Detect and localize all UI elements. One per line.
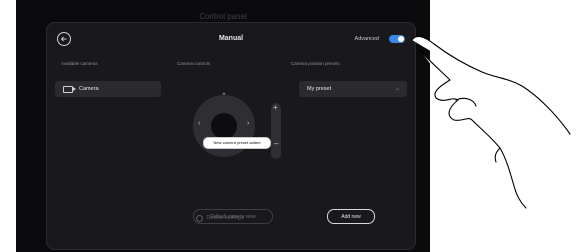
available-cameras-header: Available cameras — [61, 61, 98, 66]
preset-label: My preset — [307, 86, 332, 92]
device-settings-button[interactable]: Device settings — [178, 212, 262, 224]
chevron-right-icon[interactable]: › — [247, 120, 249, 127]
control-panel-title: Control panel — [199, 12, 247, 21]
joystick-center[interactable] — [211, 113, 237, 139]
preset-list-item[interactable]: My preset ··· — [299, 81, 407, 97]
advanced-toggle[interactable] — [389, 35, 405, 43]
zoom-out-icon[interactable]: – — [274, 139, 278, 148]
camera-controls-header: Camera controls — [177, 61, 211, 66]
camera-presets-header: Camera position presets — [291, 61, 340, 66]
device-settings-label: Device settings — [206, 215, 244, 221]
device-screen: Control panel Manual Advanced Available … — [16, 0, 430, 252]
gear-icon — [196, 214, 204, 222]
preset-added-toast: New camera preset added — [203, 137, 271, 149]
more-options-icon[interactable]: ··· — [395, 86, 400, 93]
camera-list-item[interactable]: Camera — [55, 81, 161, 97]
camera-label: Camera — [79, 86, 99, 92]
advanced-label: Advanced — [354, 36, 379, 42]
chevron-up-icon[interactable]: ⌃ — [221, 92, 227, 100]
chevron-left-icon[interactable]: ‹ — [198, 120, 200, 127]
camera-icon — [63, 85, 76, 93]
add-new-button[interactable]: Add new — [327, 209, 375, 224]
zoom-in-icon[interactable]: + — [273, 103, 278, 112]
pointing-hand-illustration — [411, 35, 571, 209]
